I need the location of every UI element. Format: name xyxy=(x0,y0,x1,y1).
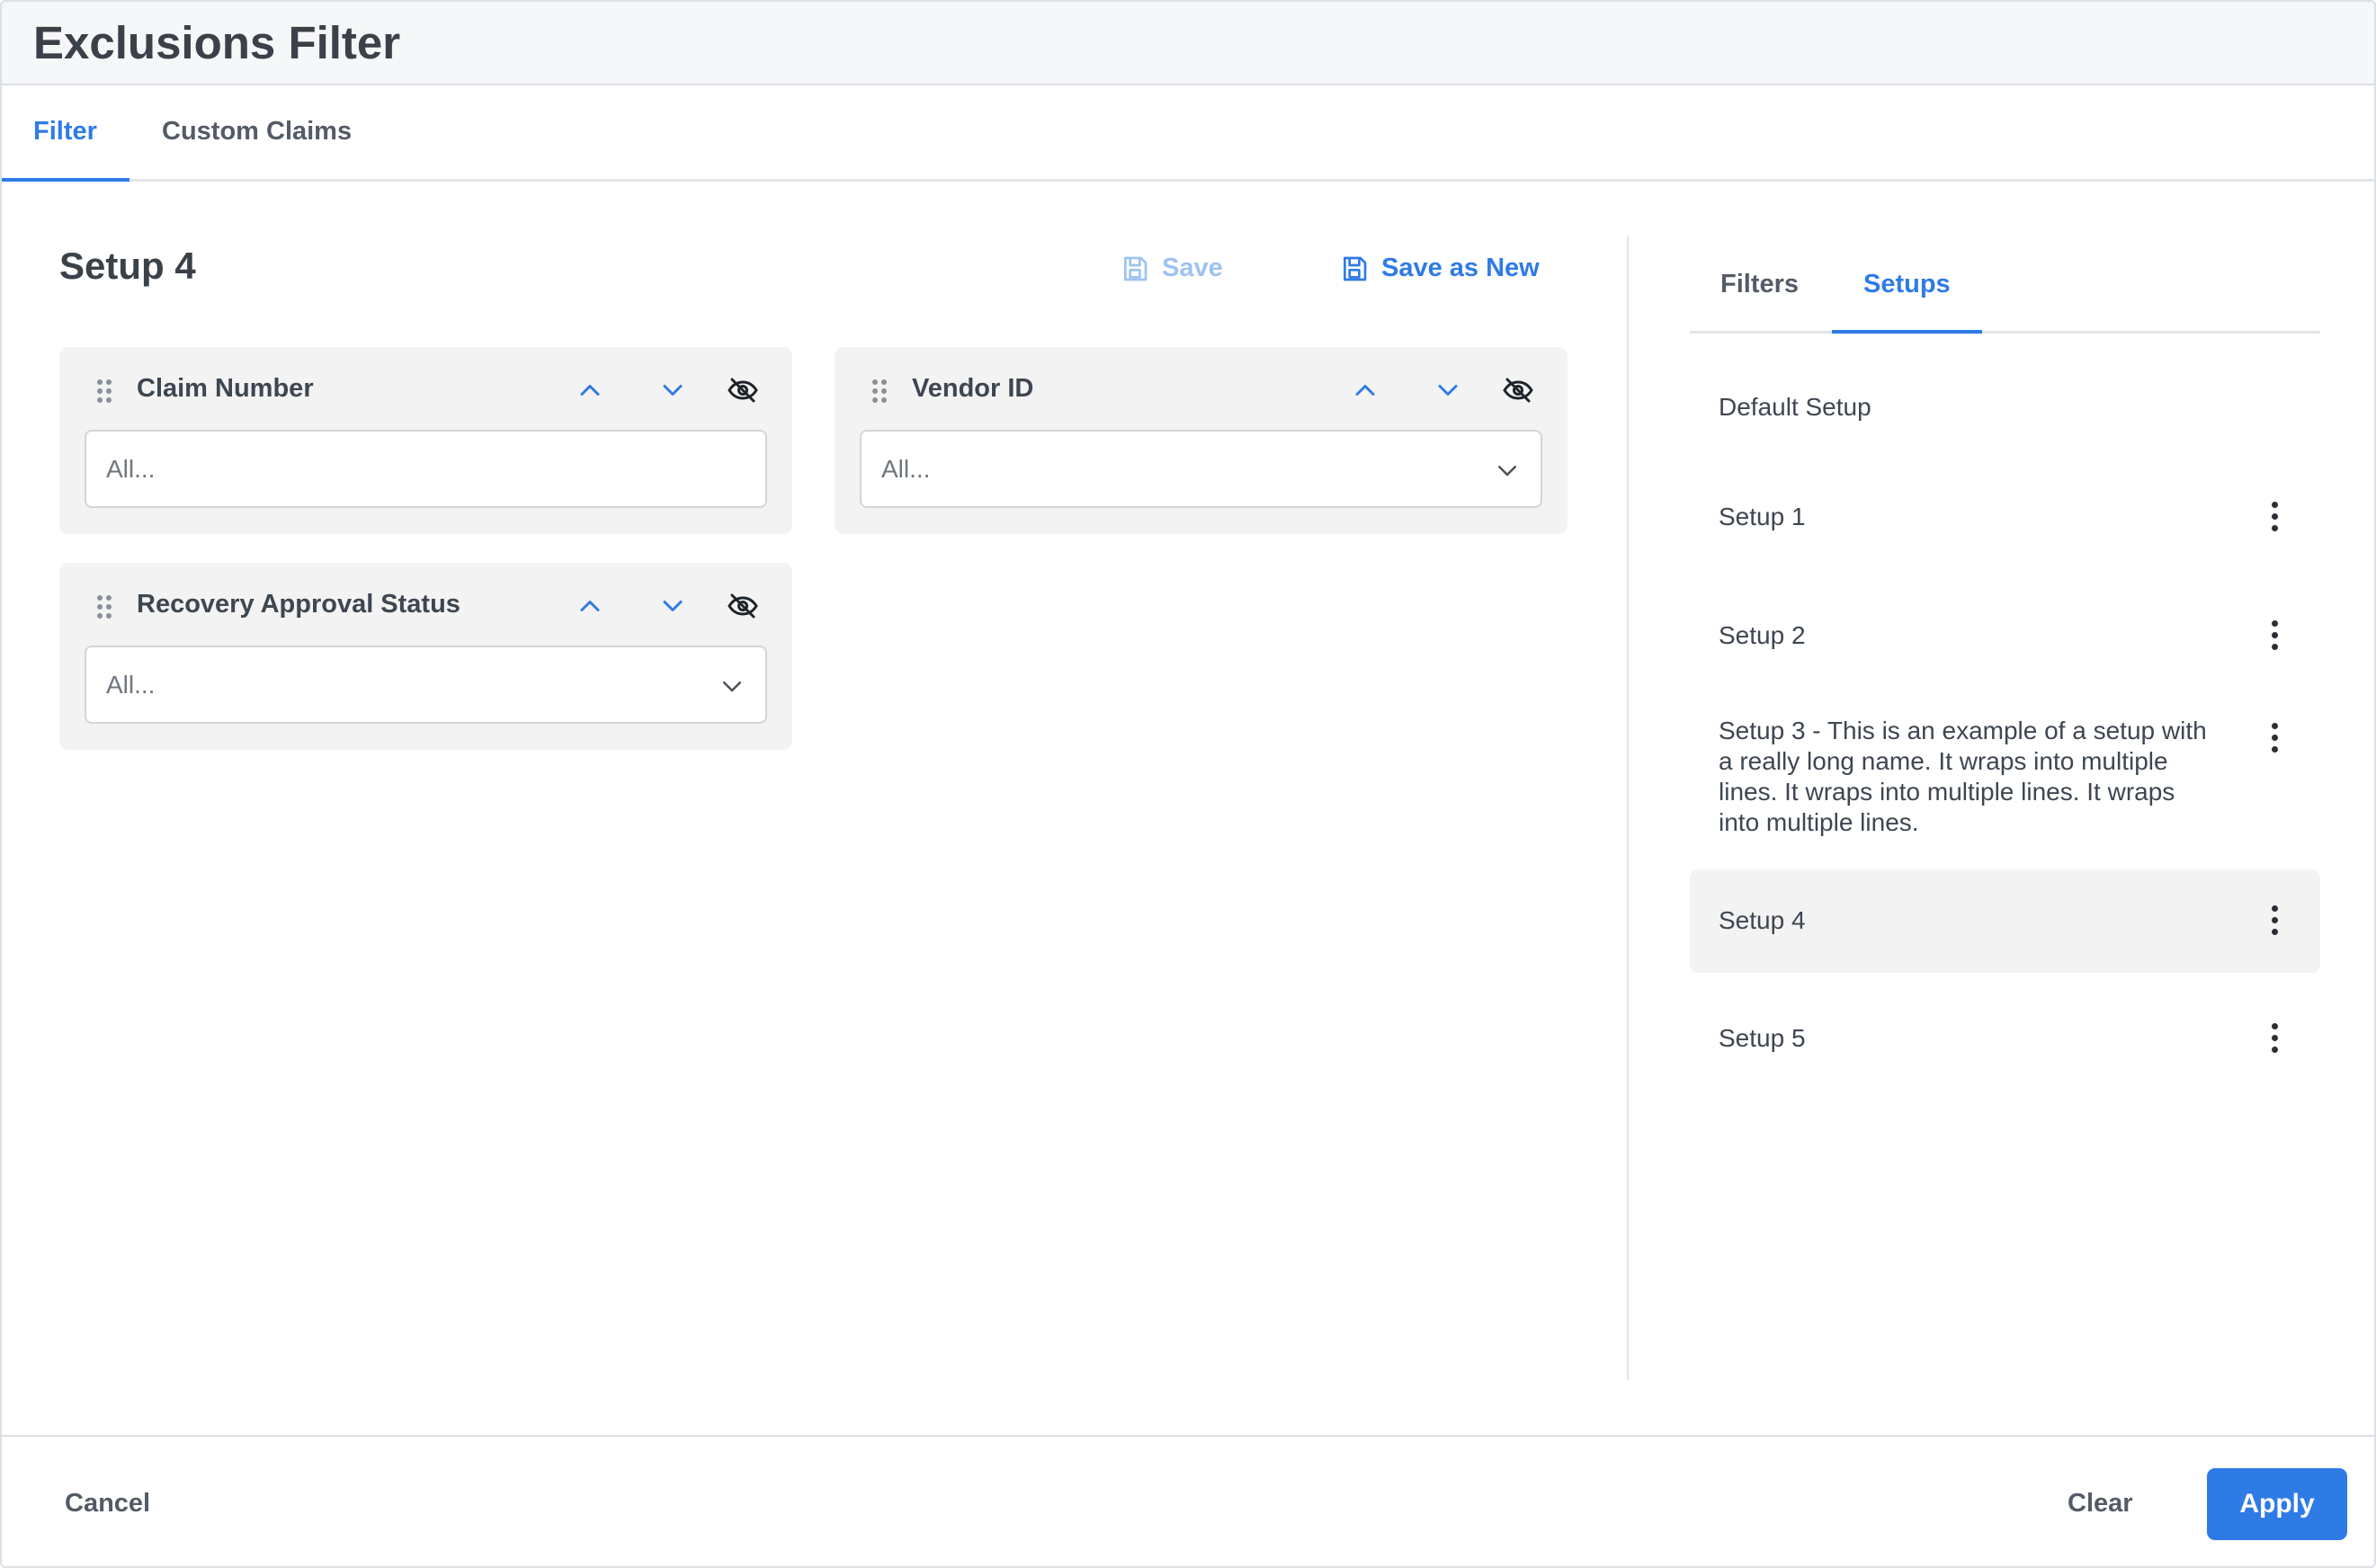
kebab-menu-icon[interactable] xyxy=(2270,905,2279,941)
active-side-tab-indicator xyxy=(1832,330,1982,334)
tab-custom-claims[interactable]: Custom Claims xyxy=(162,117,352,147)
dialog-footer: Cancel Clear Apply xyxy=(2,1435,2374,1566)
clear-button[interactable]: Clear xyxy=(2068,1489,2133,1519)
exclusions-filter-dialog: Exclusions Filter Filter Custom Claims S… xyxy=(0,0,2376,1568)
save-as-new-label: Save as New xyxy=(1381,254,1540,282)
setup-title: Setup 4 xyxy=(59,245,196,287)
dialog-title: Exclusions Filter xyxy=(33,17,401,68)
dialog-header: Exclusions Filter xyxy=(2,2,2374,85)
setup-name: Setup 4 xyxy=(1719,906,1806,934)
select-placeholder: All... xyxy=(881,455,931,483)
setup-name: Setup 5 xyxy=(1719,1024,1806,1052)
setup-item-2[interactable]: Setup 2 xyxy=(1690,604,2320,671)
filter-card-recovery-approval-status: Recovery Approval Status All... xyxy=(59,563,792,750)
tab-filters[interactable]: Filters xyxy=(1720,270,1799,299)
filter-label: Vendor ID xyxy=(912,374,1034,403)
panel-divider xyxy=(1627,236,1629,1380)
kebab-menu-icon[interactable] xyxy=(2270,620,2279,656)
floppy-disk-icon xyxy=(1344,256,1367,281)
chevron-down-icon[interactable] xyxy=(657,590,689,622)
chevron-down-icon[interactable] xyxy=(657,374,689,406)
kebab-menu-icon[interactable] xyxy=(2270,723,2279,759)
setup-name: Setup 3 - This is an example of a setup … xyxy=(1719,717,2207,836)
side-tab-bar: Filters Setups xyxy=(1690,255,2320,334)
drag-handle-icon[interactable] xyxy=(871,378,889,405)
cancel-button[interactable]: Cancel xyxy=(65,1489,150,1519)
setup-item-3[interactable]: Setup 3 - This is an example of a setup … xyxy=(1690,716,2320,851)
filter-label: Claim Number xyxy=(137,374,314,403)
kebab-menu-icon[interactable] xyxy=(2270,1023,2279,1059)
save-label: Save xyxy=(1162,254,1223,282)
floppy-disk-icon xyxy=(1124,256,1148,281)
apply-button[interactable]: Apply xyxy=(2207,1468,2347,1540)
active-tab-indicator xyxy=(2,178,130,182)
chevron-up-icon[interactable] xyxy=(1349,374,1381,406)
filter-label: Recovery Approval Status xyxy=(137,590,460,619)
tab-filter[interactable]: Filter xyxy=(33,117,97,147)
chevron-down-icon xyxy=(1498,466,1516,477)
setup-item-4[interactable]: Setup 4 xyxy=(1690,869,2320,973)
eye-off-icon[interactable] xyxy=(727,374,759,406)
drag-handle-icon[interactable] xyxy=(95,593,113,620)
setup-name: Setup 1 xyxy=(1719,503,1806,530)
setup-name: Setup 2 xyxy=(1719,621,1806,649)
setup-item-1[interactable]: Setup 1 xyxy=(1690,486,2320,552)
save-button[interactable]: Save xyxy=(1121,254,1223,283)
drag-handle-icon[interactable] xyxy=(95,378,113,405)
filter-card-claim-number: Claim Number All... xyxy=(59,347,792,534)
save-as-new-button[interactable]: Save as New xyxy=(1340,254,1540,283)
eye-off-icon[interactable] xyxy=(1502,374,1534,406)
setup-name: Default Setup xyxy=(1719,393,1871,421)
setup-item-default[interactable]: Default Setup xyxy=(1690,378,2320,459)
input-placeholder: All... xyxy=(106,455,156,483)
chevron-down-icon xyxy=(723,682,741,692)
eye-off-icon[interactable] xyxy=(727,590,759,622)
recovery-approval-status-select[interactable]: All... xyxy=(85,646,767,724)
chevron-down-icon[interactable] xyxy=(1432,374,1464,406)
select-placeholder: All... xyxy=(106,671,156,699)
chevron-up-icon[interactable] xyxy=(574,374,606,406)
claim-number-input[interactable]: All... xyxy=(85,430,767,508)
filter-card-vendor-id: Vendor ID All... xyxy=(835,347,1568,534)
top-tab-bar: Filter Custom Claims xyxy=(2,85,2374,182)
setup-item-5[interactable]: Setup 5 xyxy=(1690,1007,2320,1074)
vendor-id-select[interactable]: All... xyxy=(860,430,1542,508)
kebab-menu-icon[interactable] xyxy=(2270,502,2279,538)
chevron-up-icon[interactable] xyxy=(574,590,606,622)
tab-setups[interactable]: Setups xyxy=(1863,270,1951,299)
